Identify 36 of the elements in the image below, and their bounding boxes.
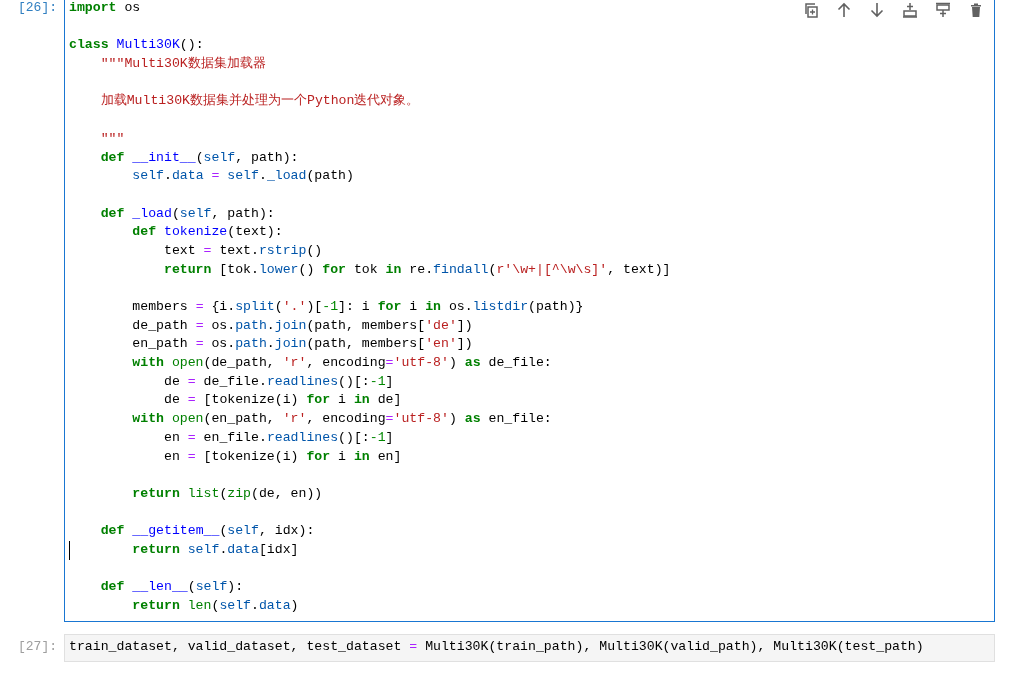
code-line: def __getitem__(self, idx): <box>100 523 315 539</box>
code-line: """Multi30K数据集加载器 <box>100 56 266 72</box>
duplicate-icon[interactable] <box>803 2 819 18</box>
code-cell[interactable] <box>64 0 995 622</box>
code-line: de_path = os.path.join(path, members['de']) <box>132 317 473 333</box>
code-line: en = en_file.readlines()[:-1] <box>163 429 394 445</box>
code-line: return [tok.lower() for tok in re.findall(r'\w+|[^\w\s]', text)] <box>163 261 671 277</box>
code-line: class Multi30K(): <box>69 37 204 53</box>
code-line: return list(zip(de, en)) <box>132 485 323 501</box>
code-line: """ <box>100 130 125 146</box>
trash-icon[interactable] <box>968 2 984 18</box>
code-line: return self.data[idx] <box>132 541 299 557</box>
code-line: train_dataset, valid_dataset, test_dataset = Multi30K(train_path), Multi30K(valid_path), Multi30K(test_path) <box>69 638 924 654</box>
code-line: text = text.rstrip() <box>163 242 323 258</box>
code-line: import os <box>69 0 141 15</box>
insert-above-icon[interactable] <box>902 2 918 18</box>
code-line: self.data = self._load(path) <box>132 168 354 184</box>
code-line: en_path = os.path.join(path, members['en']) <box>132 336 473 352</box>
code-cell[interactable]: train_dataset, valid_dataset, test_dataset = Multi30K(train_path), Multi30K(valid_path), Multi30K(test_path) <box>64 633 995 663</box>
code-line: with open(en_path, 'r', encoding='utf-8') as en_file: <box>132 411 552 427</box>
code-line: en = [tokenize(i) for i in en] <box>163 448 402 464</box>
cell-prompt: [27]: <box>17 637 58 656</box>
code-line: de = [tokenize(i) for i in de] <box>163 392 402 408</box>
code-line: 加载Multi30K数据集并处理为一个Python迭代对象。 <box>100 93 420 109</box>
code-line: return len(self.data) <box>132 598 299 613</box>
code-line: def __init__(self, path): <box>100 149 299 165</box>
code-line: def tokenize(text): <box>132 224 283 240</box>
arrow-down-icon[interactable] <box>869 2 885 18</box>
code-line: de = de_file.readlines()[:-1] <box>163 373 394 389</box>
code-line: def _load(self, path): <box>100 205 275 221</box>
insert-below-icon[interactable] <box>935 2 951 18</box>
code-line: def __len__(self): <box>100 579 244 595</box>
code-line: with open(de_path, 'r', encoding='utf-8') as de_file: <box>132 355 552 371</box>
code-line: members = {i.split('.')[-1]: i for i in os.listdir(path)} <box>132 299 584 314</box>
cell-prompt: [26]: <box>17 0 58 17</box>
arrow-up-icon[interactable] <box>836 2 852 18</box>
